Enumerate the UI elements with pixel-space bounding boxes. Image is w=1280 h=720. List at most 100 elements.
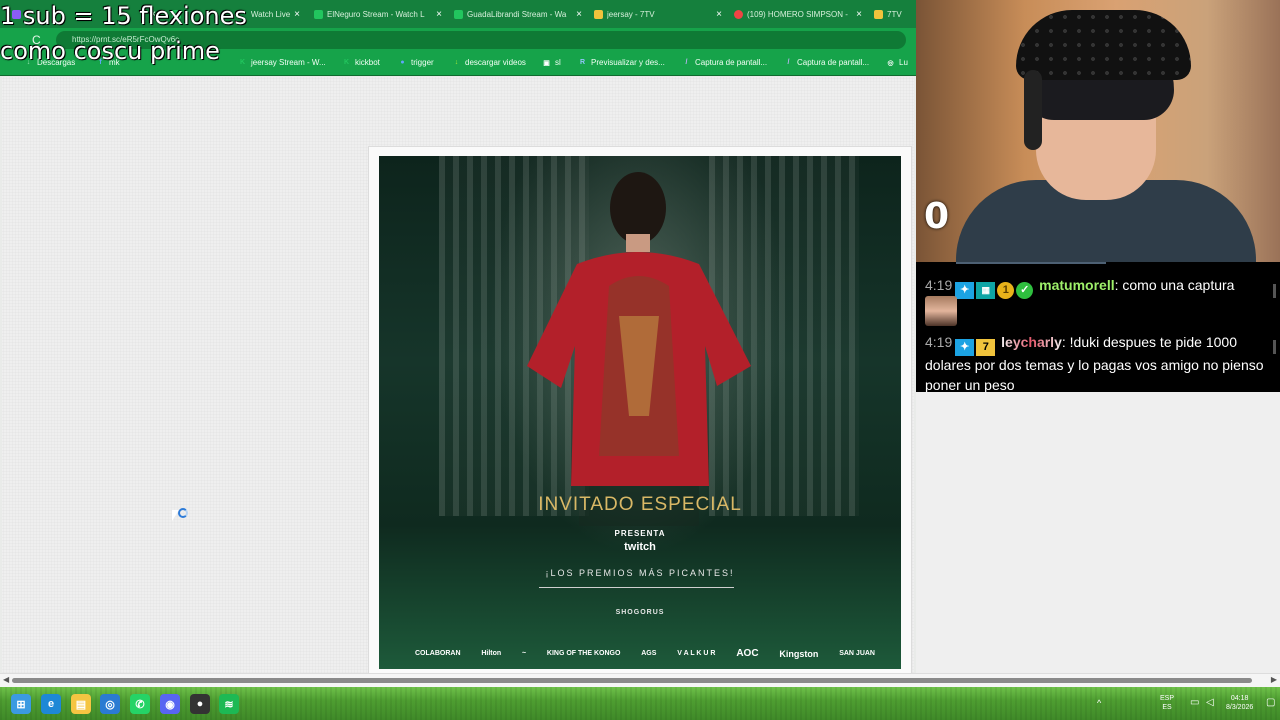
language-region: ES	[1162, 704, 1172, 711]
start-icon[interactable]: ⊞	[11, 694, 31, 714]
close-icon[interactable]: ×	[436, 9, 442, 20]
sponsor-logo: Hilton	[481, 650, 502, 657]
bookmark-item[interactable]: ◎ Lu	[886, 58, 908, 67]
youtube-icon	[734, 9, 743, 19]
message-time: 4:19	[925, 277, 953, 293]
scroll-left-icon[interactable]: ◀	[3, 675, 9, 684]
sponsor-strip: COLABORAN Hilton ~ KING OF THE KONGO AGS…	[415, 648, 875, 659]
globe-icon: ◎	[887, 59, 894, 67]
tab-title: jeersay - 7TV	[607, 9, 655, 19]
sponsor-label: COLABORAN	[415, 650, 461, 657]
stream-overlay-subtitle: como coscu prime	[0, 37, 220, 65]
feather-icon: /	[685, 59, 688, 66]
moderator-badge-icon: ✦	[955, 282, 975, 299]
bookmark-label: Previsualizar y des...	[591, 58, 665, 67]
message-time: 4:19	[925, 334, 953, 350]
previous-message-fragment	[956, 262, 1106, 264]
sponsor-logo: AOC	[736, 648, 759, 659]
close-icon[interactable]: ×	[576, 9, 582, 20]
whatsapp-icon[interactable]: ✆	[130, 694, 150, 714]
poster-title: INVITADO ESPECIAL	[538, 494, 742, 515]
bookmark-label: Lu	[899, 58, 908, 67]
poster-tagline: ¡LOS PREMIOS MÁS PICANTES!	[545, 568, 735, 578]
7tv-icon	[874, 9, 883, 19]
volume-icon[interactable]: ◁	[1206, 698, 1214, 708]
bookmark-item[interactable]: Kjeersay Stream - W...	[238, 58, 326, 67]
close-icon[interactable]: ×	[716, 9, 722, 20]
sponsor-logo: V A L K U R	[677, 650, 716, 657]
browser-tab[interactable]: 7TV	[868, 3, 914, 25]
discord-icon[interactable]: ◉	[160, 694, 180, 714]
bookmark-label: trigger	[411, 58, 434, 67]
browser-tab[interactable]: (109) HOMERO SIMPSON - ×	[728, 3, 868, 25]
tray-chevron-icon[interactable]: ^	[1097, 699, 1101, 708]
chat-username[interactable]: leycharly	[1001, 334, 1062, 350]
tab-title: (109) HOMERO SIMPSON -	[747, 9, 848, 19]
clock-date: 8/3/2026	[1226, 704, 1254, 711]
kick-icon: K	[239, 59, 246, 66]
stream-icon: ▣	[543, 59, 550, 67]
kick-icon	[454, 9, 463, 19]
chrome-icon[interactable]: ◎	[100, 694, 120, 714]
browser-tab[interactable]: GuadaLibrandi Stream - Wa ×	[448, 3, 588, 25]
chat-username[interactable]: matumorell	[1039, 277, 1114, 293]
bookmark-item[interactable]: / Captura de pantall...	[682, 58, 768, 67]
poster-presenta: PRESENTA	[614, 529, 666, 538]
chat-panel: 4:19 ✦ ▦ 1 ✓ matumorell: como una captura 4:…	[916, 262, 1280, 392]
browser-tab[interactable]: jeersay - 7TV ×	[588, 3, 728, 25]
bookmark-item[interactable]: ● trigger	[398, 58, 434, 67]
bookmark-item[interactable]: / Captura de pantall...	[784, 58, 870, 67]
rp-icon: R	[579, 59, 586, 66]
notifications-icon[interactable]: ▢	[1266, 698, 1275, 708]
kick-icon	[314, 9, 323, 19]
sponsor-logo: ~	[521, 650, 527, 657]
chat-message: 4:19 ✦ 7 leycharly: !duki despues te pide …	[925, 334, 1264, 392]
sponsor-logo: AGS	[641, 650, 657, 657]
moderator-badge-icon: ✦	[955, 339, 975, 356]
network-icon[interactable]: ▭	[1190, 698, 1199, 708]
scrollbar-thumb[interactable]	[12, 678, 1252, 683]
kick-icon: K	[343, 59, 350, 66]
bookmark-item[interactable]: ↓ descargar videos	[452, 58, 526, 67]
download-icon: ↓	[454, 59, 459, 66]
spotify-icon[interactable]: ≋	[219, 694, 239, 714]
sponsor-logo: SAN JUAN	[839, 650, 875, 657]
divider	[539, 587, 734, 588]
streamer-bandana	[1016, 10, 1191, 80]
sponsor-logo: KING OF THE KONGO	[546, 650, 621, 657]
chat-text: como una captura	[1122, 277, 1235, 293]
chat-scroll-indicator[interactable]	[1273, 284, 1276, 298]
bookmark-item[interactable]: ▣ sl	[542, 58, 561, 67]
bookmark-label: sl	[555, 58, 561, 67]
bookmark-label: jeersay Stream - W...	[251, 58, 326, 67]
browser-tab[interactable]: ElNeguro Stream - Watch L ×	[308, 3, 448, 25]
bookmark-item[interactable]: R Previsualizar y des...	[578, 58, 665, 67]
close-icon[interactable]: ×	[856, 9, 862, 20]
bookmark-label: Captura de pantall...	[695, 58, 768, 67]
explorer-icon[interactable]: ▤	[71, 694, 91, 714]
subscriber-badge-icon: ▦	[976, 282, 996, 299]
webcam-feed	[916, 0, 1280, 262]
7tv-icon	[594, 9, 603, 19]
bookmark-item[interactable]: Kkickbot	[342, 58, 380, 67]
sponsor-logo: Kingston	[779, 648, 819, 659]
horizontal-scrollbar[interactable]: ◀ ▶	[0, 673, 1280, 687]
edge-icon[interactable]: e	[41, 694, 61, 714]
language-code: ESP	[1160, 695, 1175, 702]
chat-message: 4:19 ✦ ▦ 1 ✓ matumorell: como una captura	[925, 276, 1265, 299]
language-indicator[interactable]: ESP ES	[1160, 694, 1174, 712]
event-poster-image[interactable]: INVITADO ESPECIAL PRESENTA twitch ¡LOS P…	[379, 156, 901, 669]
chat-scroll-indicator[interactable]	[1273, 340, 1276, 354]
bookmark-label: kickbot	[355, 58, 380, 67]
bookmark-label: Captura de pantall...	[797, 58, 870, 67]
page-background-right	[916, 392, 1280, 673]
person-figure	[527, 172, 751, 526]
close-icon[interactable]: ×	[294, 9, 300, 20]
scroll-right-icon[interactable]: ▶	[1271, 675, 1277, 684]
loading-spinner-icon	[178, 508, 188, 518]
tab-title: GuadaLibrandi Stream - Wa	[467, 9, 567, 19]
stream-overlay-goal: 1 sub = 15 flexiones	[0, 2, 247, 30]
clock[interactable]: 04:18 8/3/2026	[1226, 694, 1253, 712]
obs-icon[interactable]: ●	[190, 694, 210, 714]
bookmark-label: descargar videos	[465, 58, 526, 67]
